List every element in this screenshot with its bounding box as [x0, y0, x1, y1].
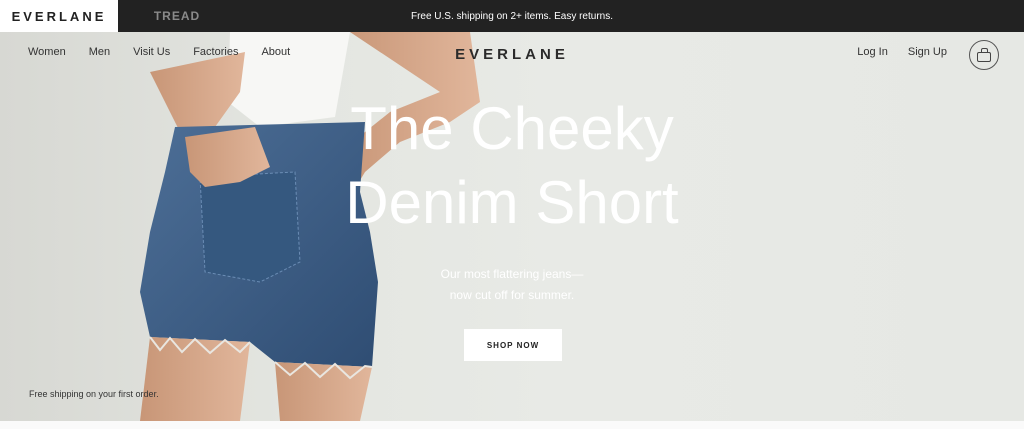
account-nav: Log In Sign Up	[857, 46, 947, 58]
brand-tab-everlane[interactable]: EVERLANE	[0, 0, 118, 32]
shop-now-button[interactable]: SHOP NOW	[464, 329, 562, 361]
hero-banner: Women Men Visit Us Factories About EVERL…	[0, 32, 1024, 421]
bag-icon	[977, 47, 991, 62]
headline-line-2: Denim Short	[345, 169, 679, 236]
headline-line-1: The Cheeky	[350, 95, 674, 162]
page-bottom-strip	[0, 421, 1024, 429]
hero-subheading: Our most flattering jeans— now cut off f…	[0, 264, 1024, 306]
shipping-promo-text: Free U.S. shipping on 2+ items. Easy ret…	[410, 10, 614, 22]
free-shipping-note: Free shipping on your first order.	[29, 389, 159, 399]
subheading-line-2: now cut off for summer.	[449, 288, 575, 302]
cart-button[interactable]	[969, 40, 999, 70]
hero-headline: The Cheeky Denim Short	[0, 92, 1024, 240]
signup-link[interactable]: Sign Up	[908, 46, 947, 58]
brand-tab-tread[interactable]: TREAD	[118, 0, 236, 32]
login-link[interactable]: Log In	[857, 46, 888, 58]
subheading-line-1: Our most flattering jeans—	[440, 267, 584, 281]
top-promo-bar: EVERLANE TREAD Free U.S. shipping on 2+ …	[0, 0, 1024, 32]
